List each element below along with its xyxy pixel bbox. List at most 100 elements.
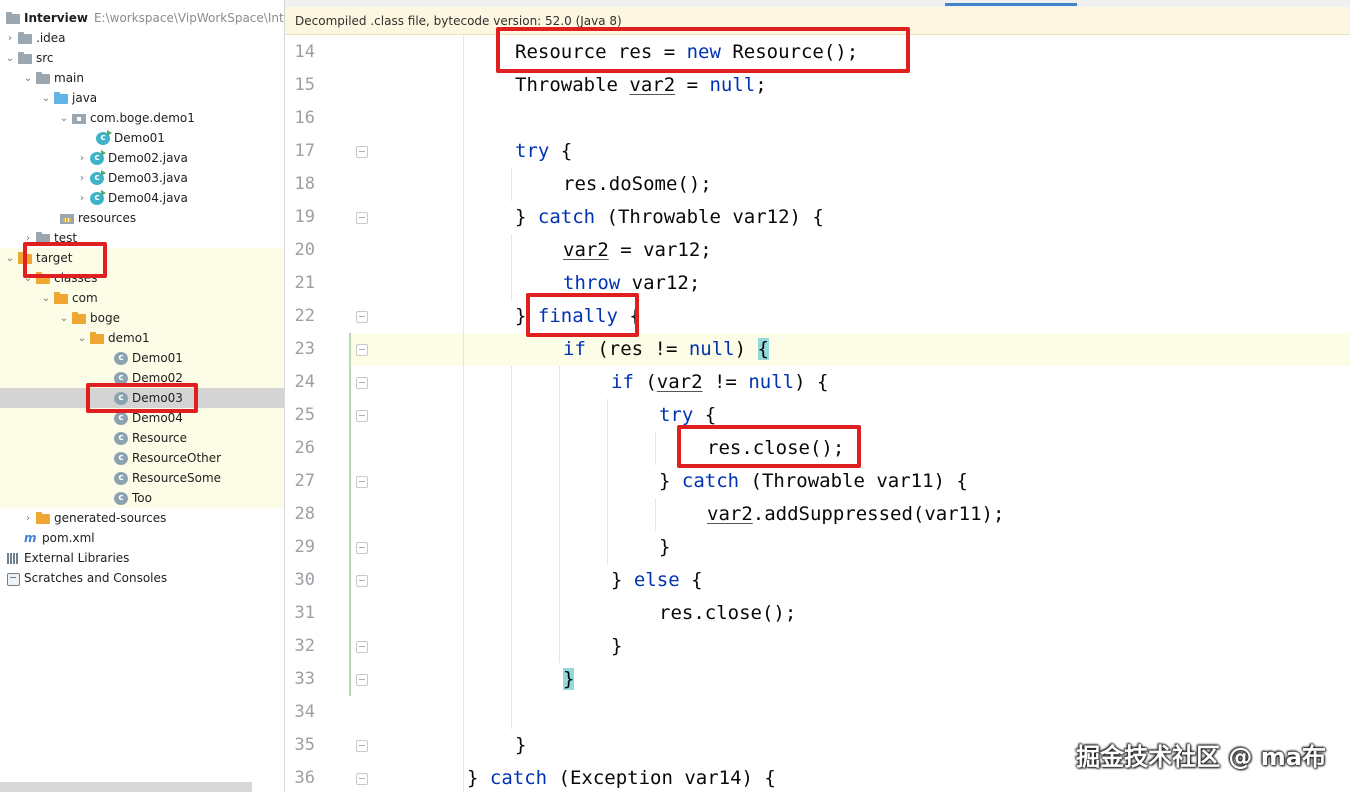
fold-marker-icon[interactable] xyxy=(356,575,368,587)
code-line-23[interactable]: if (res != null) { xyxy=(563,333,769,366)
chevron-down-icon[interactable]: ⌄ xyxy=(4,53,16,64)
chevron-down-icon[interactable]: ⌄ xyxy=(76,333,88,344)
code-text: .addSuppressed(var11); xyxy=(752,503,1005,525)
code-line-28[interactable]: var2.addSuppressed(var11); xyxy=(707,498,1004,531)
tree-item-label: generated-sources xyxy=(54,511,167,525)
code-line-35[interactable]: } xyxy=(515,729,526,762)
class-file-icon: c xyxy=(114,491,128,505)
tree-item-demo1[interactable]: ⌄ demo1 xyxy=(0,328,284,348)
code-keyword: if xyxy=(611,371,634,393)
indent-guide xyxy=(511,168,512,201)
excluded-folder-icon xyxy=(54,292,68,304)
fold-marker-icon[interactable] xyxy=(356,146,368,158)
code-line-15[interactable]: Throwable var2 = null; xyxy=(515,69,767,102)
indent-guide xyxy=(463,36,464,792)
chevron-right-icon[interactable]: › xyxy=(4,33,16,44)
watermark: 掘金技术社区 @ ma布 xyxy=(1076,743,1326,771)
tree-item-pom[interactable]: m pom.xml xyxy=(0,528,284,548)
chevron-down-icon[interactable]: ⌄ xyxy=(40,93,52,104)
tree-item-label: ResourceSome xyxy=(132,471,222,485)
code-editor[interactable]: Decompiled .class file, bytecode version… xyxy=(285,0,1350,792)
chevron-right-icon[interactable]: › xyxy=(76,153,88,164)
code-line-18[interactable]: res.doSome(); xyxy=(563,168,712,201)
tree-item-demo01-java[interactable]: c Demo01 xyxy=(0,128,284,148)
code-line-27[interactable]: } catch (Throwable var11) { xyxy=(659,465,968,498)
fold-marker-icon[interactable] xyxy=(356,476,368,488)
code-line-31[interactable]: res.close(); xyxy=(659,597,796,630)
tree-item-main[interactable]: ⌄ main xyxy=(0,68,284,88)
code-text: = var12; xyxy=(608,239,712,261)
highlight-box-finally xyxy=(526,293,639,337)
line-number: 26 xyxy=(294,438,315,458)
tree-item-scratches[interactable]: Scratches and Consoles xyxy=(0,568,284,588)
horizontal-scrollbar[interactable] xyxy=(0,782,252,792)
chevron-right-icon[interactable]: › xyxy=(22,513,34,524)
line-number: 34 xyxy=(294,702,315,722)
fold-marker-icon[interactable] xyxy=(356,740,368,752)
line-number: 28 xyxy=(294,504,315,524)
code-line-29[interactable]: } xyxy=(659,531,670,564)
code-keyword: catch xyxy=(489,767,548,789)
tree-item-too-class[interactable]: c Too xyxy=(0,488,284,508)
code-line-17[interactable]: try { xyxy=(515,135,572,168)
tree-item-resources[interactable]: resources xyxy=(0,208,284,228)
chevron-right-icon[interactable]: › xyxy=(76,193,88,204)
line-number: 15 xyxy=(294,75,315,95)
tree-item-package[interactable]: ⌄ com.boge.demo1 xyxy=(0,108,284,128)
tree-item-generated-sources[interactable]: › generated-sources xyxy=(0,508,284,528)
matched-brace: } xyxy=(563,668,575,690)
code-line-20[interactable]: var2 = var12; xyxy=(563,234,712,267)
fold-marker-icon[interactable] xyxy=(356,311,368,323)
code-text: res.doSome(); xyxy=(563,173,712,195)
tree-item-com[interactable]: ⌄ com xyxy=(0,288,284,308)
line-number: 33 xyxy=(294,669,315,689)
fold-marker-icon[interactable] xyxy=(356,377,368,389)
chevron-down-icon[interactable]: ⌄ xyxy=(4,253,16,264)
fold-marker-icon[interactable] xyxy=(356,344,368,356)
tree-item-java[interactable]: ⌄ java xyxy=(0,88,284,108)
code-text: } xyxy=(611,569,634,591)
line-number: 24 xyxy=(294,372,315,392)
folder-icon xyxy=(18,52,32,64)
package-icon xyxy=(72,112,86,124)
code-text: var12; xyxy=(620,272,701,294)
chevron-down-icon[interactable]: ⌄ xyxy=(58,313,70,324)
fold-marker-icon[interactable] xyxy=(356,641,368,653)
tree-item-boge[interactable]: ⌄ boge xyxy=(0,308,284,328)
tree-item-root[interactable]: Interview E:\workspace\VipWorkSpace\Inte xyxy=(0,8,284,28)
tree-item-label: Scratches and Consoles xyxy=(24,571,168,585)
code-keyword: catch xyxy=(537,206,596,228)
fold-marker-icon[interactable] xyxy=(356,212,368,224)
code-line-30[interactable]: } else { xyxy=(611,564,703,597)
code-line-19[interactable]: } catch (Throwable var12) { xyxy=(515,201,824,234)
java-class-icon: c xyxy=(90,149,106,165)
code-line-36[interactable]: } catch (Exception var14) { xyxy=(467,762,776,792)
fold-marker-icon[interactable] xyxy=(356,773,368,785)
tree-item-demo03-java[interactable]: › c Demo03.java xyxy=(0,168,284,188)
tree-item-demo04-java[interactable]: › c Demo04.java xyxy=(0,188,284,208)
tree-item-demo02-java[interactable]: › c Demo02.java xyxy=(0,148,284,168)
chevron-down-icon[interactable]: ⌄ xyxy=(58,113,70,124)
tree-item-idea[interactable]: › .idea xyxy=(0,28,284,48)
tree-item-src[interactable]: ⌄ src xyxy=(0,48,284,68)
chevron-right-icon[interactable]: › xyxy=(76,173,88,184)
code-text: } xyxy=(611,635,623,657)
tree-item-demo01-class[interactable]: c Demo01 xyxy=(0,348,284,368)
code-line-24[interactable]: if (var2 != null) { xyxy=(611,366,828,399)
chevron-down-icon[interactable]: ⌄ xyxy=(22,73,34,84)
tree-item-resourceother-class[interactable]: c ResourceOther xyxy=(0,448,284,468)
chevron-down-icon[interactable]: ⌄ xyxy=(40,293,52,304)
indent-guide xyxy=(655,498,656,531)
code-line-32[interactable]: } xyxy=(611,630,622,663)
tree-item-resource-class[interactable]: c Resource xyxy=(0,428,284,448)
line-number: 23 xyxy=(294,339,315,359)
excluded-folder-icon xyxy=(72,312,86,324)
fold-marker-icon[interactable] xyxy=(356,410,368,422)
fold-marker-icon[interactable] xyxy=(356,674,368,686)
code-line-33[interactable]: } xyxy=(563,663,575,696)
fold-marker-icon[interactable] xyxy=(356,542,368,554)
tree-item-label: Demo01 xyxy=(132,351,183,365)
tree-item-external-libraries[interactable]: External Libraries xyxy=(0,548,284,568)
tree-item-resourcesome-class[interactable]: c ResourceSome xyxy=(0,468,284,488)
tree-item-label: Demo04 xyxy=(132,411,183,425)
